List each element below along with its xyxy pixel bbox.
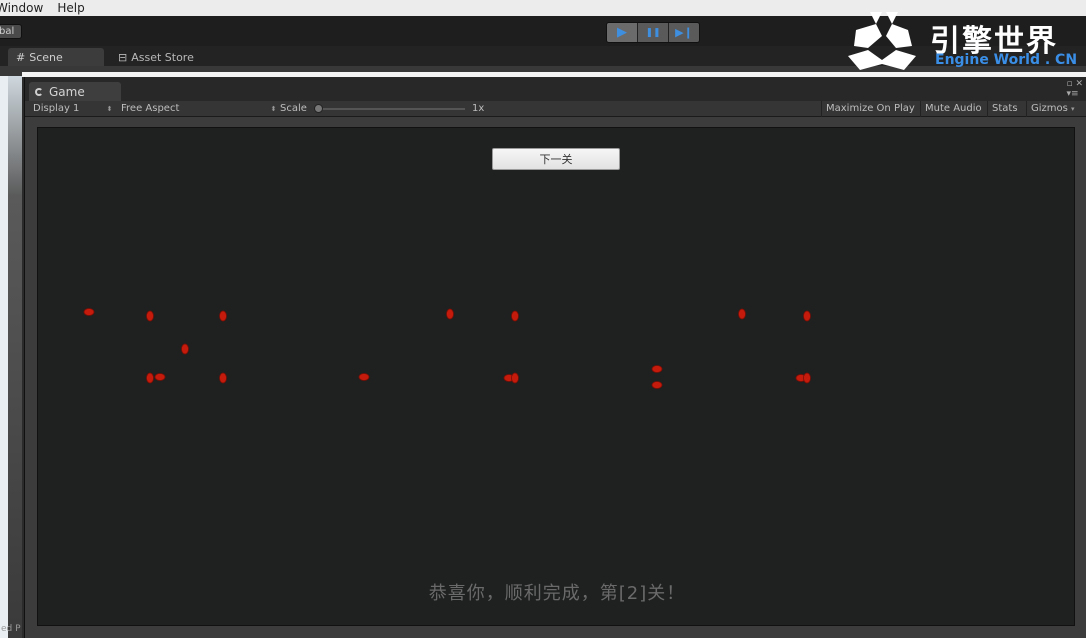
pause-icon: ❚❚ [645,27,661,38]
tab-asset-store[interactable]: ⊟ Asset Store [110,48,202,66]
caret-icon: ▾ [1071,105,1075,113]
level-complete-message: 恭喜你，顺利完成，第[2]关！ [428,583,686,604]
pivot-global-toggle[interactable]: bal [0,24,22,39]
aspect-select-label: Free Aspect [121,103,180,114]
left-panel-edge [0,76,22,638]
stats-button[interactable]: Stats [987,101,1022,117]
matchstick[interactable] [511,310,519,374]
caret-icon: ⬍ [106,105,113,113]
left-panel-gradient [8,76,22,638]
scale-value: 1x [472,103,485,114]
display-select[interactable]: Display 1 ⬍ [33,102,112,116]
matchstick[interactable] [452,374,515,382]
play-icon: ▶ [617,25,627,40]
matchstick[interactable] [744,374,807,382]
matchstick[interactable] [219,310,227,374]
game-toolbar: Display 1 ⬍ Free Aspect ⬍ Scale 1x Maxim… [25,101,1086,117]
pause-button[interactable]: ❚❚ [638,23,669,42]
display-select-label: Display 1 [33,103,80,114]
maximize-on-play-button[interactable]: Maximize On Play [821,101,919,117]
gizmos-button[interactable]: Gizmos ▾ [1026,101,1079,117]
matchstick[interactable] [146,372,154,436]
play-controls: ▶ ❚❚ ▶❙ [606,22,700,43]
engine-world-logo: 引擎世界 Engine World . CN [846,12,1078,72]
matchstick-equation [83,308,811,436]
game-window: Game ▫ ✕ ▾≡ Display 1 ⬍ Free Aspect ⬍ Sca… [24,77,1086,638]
status-text: ed P [1,624,21,634]
matchstick[interactable] [307,373,370,381]
gizmos-button-label: Gizmos [1031,103,1068,114]
store-icon: ⊟ [118,50,128,64]
tab-game[interactable]: Game [29,82,121,101]
game-tabbar: Game ▫ ✕ ▾≡ [25,77,1086,101]
tab-asset-store-label: Asset Store [131,50,194,64]
matchstick[interactable] [446,308,454,372]
menu-help[interactable]: Help [57,0,84,16]
logo-mark-icon [848,12,916,70]
matchstick[interactable] [511,372,519,436]
game-icon [35,87,43,96]
scale-slider-handle[interactable] [314,104,323,113]
aspect-select[interactable]: Free Aspect ⬍ [121,102,276,116]
grid-icon: # [16,50,26,64]
game-viewport: 下一关 恭喜你，顺利完成，第[2]关！ [37,127,1075,626]
tab-game-label: Game [49,84,85,99]
tab-scene-label: Scene [29,50,63,64]
scale-slider-track[interactable] [317,108,465,110]
matchstick[interactable] [599,365,663,373]
matchstick[interactable] [803,372,811,436]
step-button[interactable]: ▶❙ [669,23,699,42]
caret-icon: ⬍ [270,105,277,113]
matchstick[interactable] [146,310,154,374]
matchstick[interactable] [219,372,227,436]
step-icon: ▶❙ [675,26,693,39]
logo-english-text: Engine World . CN [935,52,1078,68]
tab-scene[interactable]: # Scene [8,48,104,66]
matchstick[interactable] [83,308,149,316]
mute-audio-button[interactable]: Mute Audio [920,101,986,117]
window-controls[interactable]: ▫ ✕ ▾≡ [1066,79,1083,99]
scale-label: Scale [280,103,307,114]
play-button[interactable]: ▶ [607,23,638,42]
matchstick[interactable] [599,381,663,389]
matchstick[interactable] [803,310,811,374]
menu-window[interactable]: Window [0,0,43,16]
matchstick[interactable] [738,308,746,372]
